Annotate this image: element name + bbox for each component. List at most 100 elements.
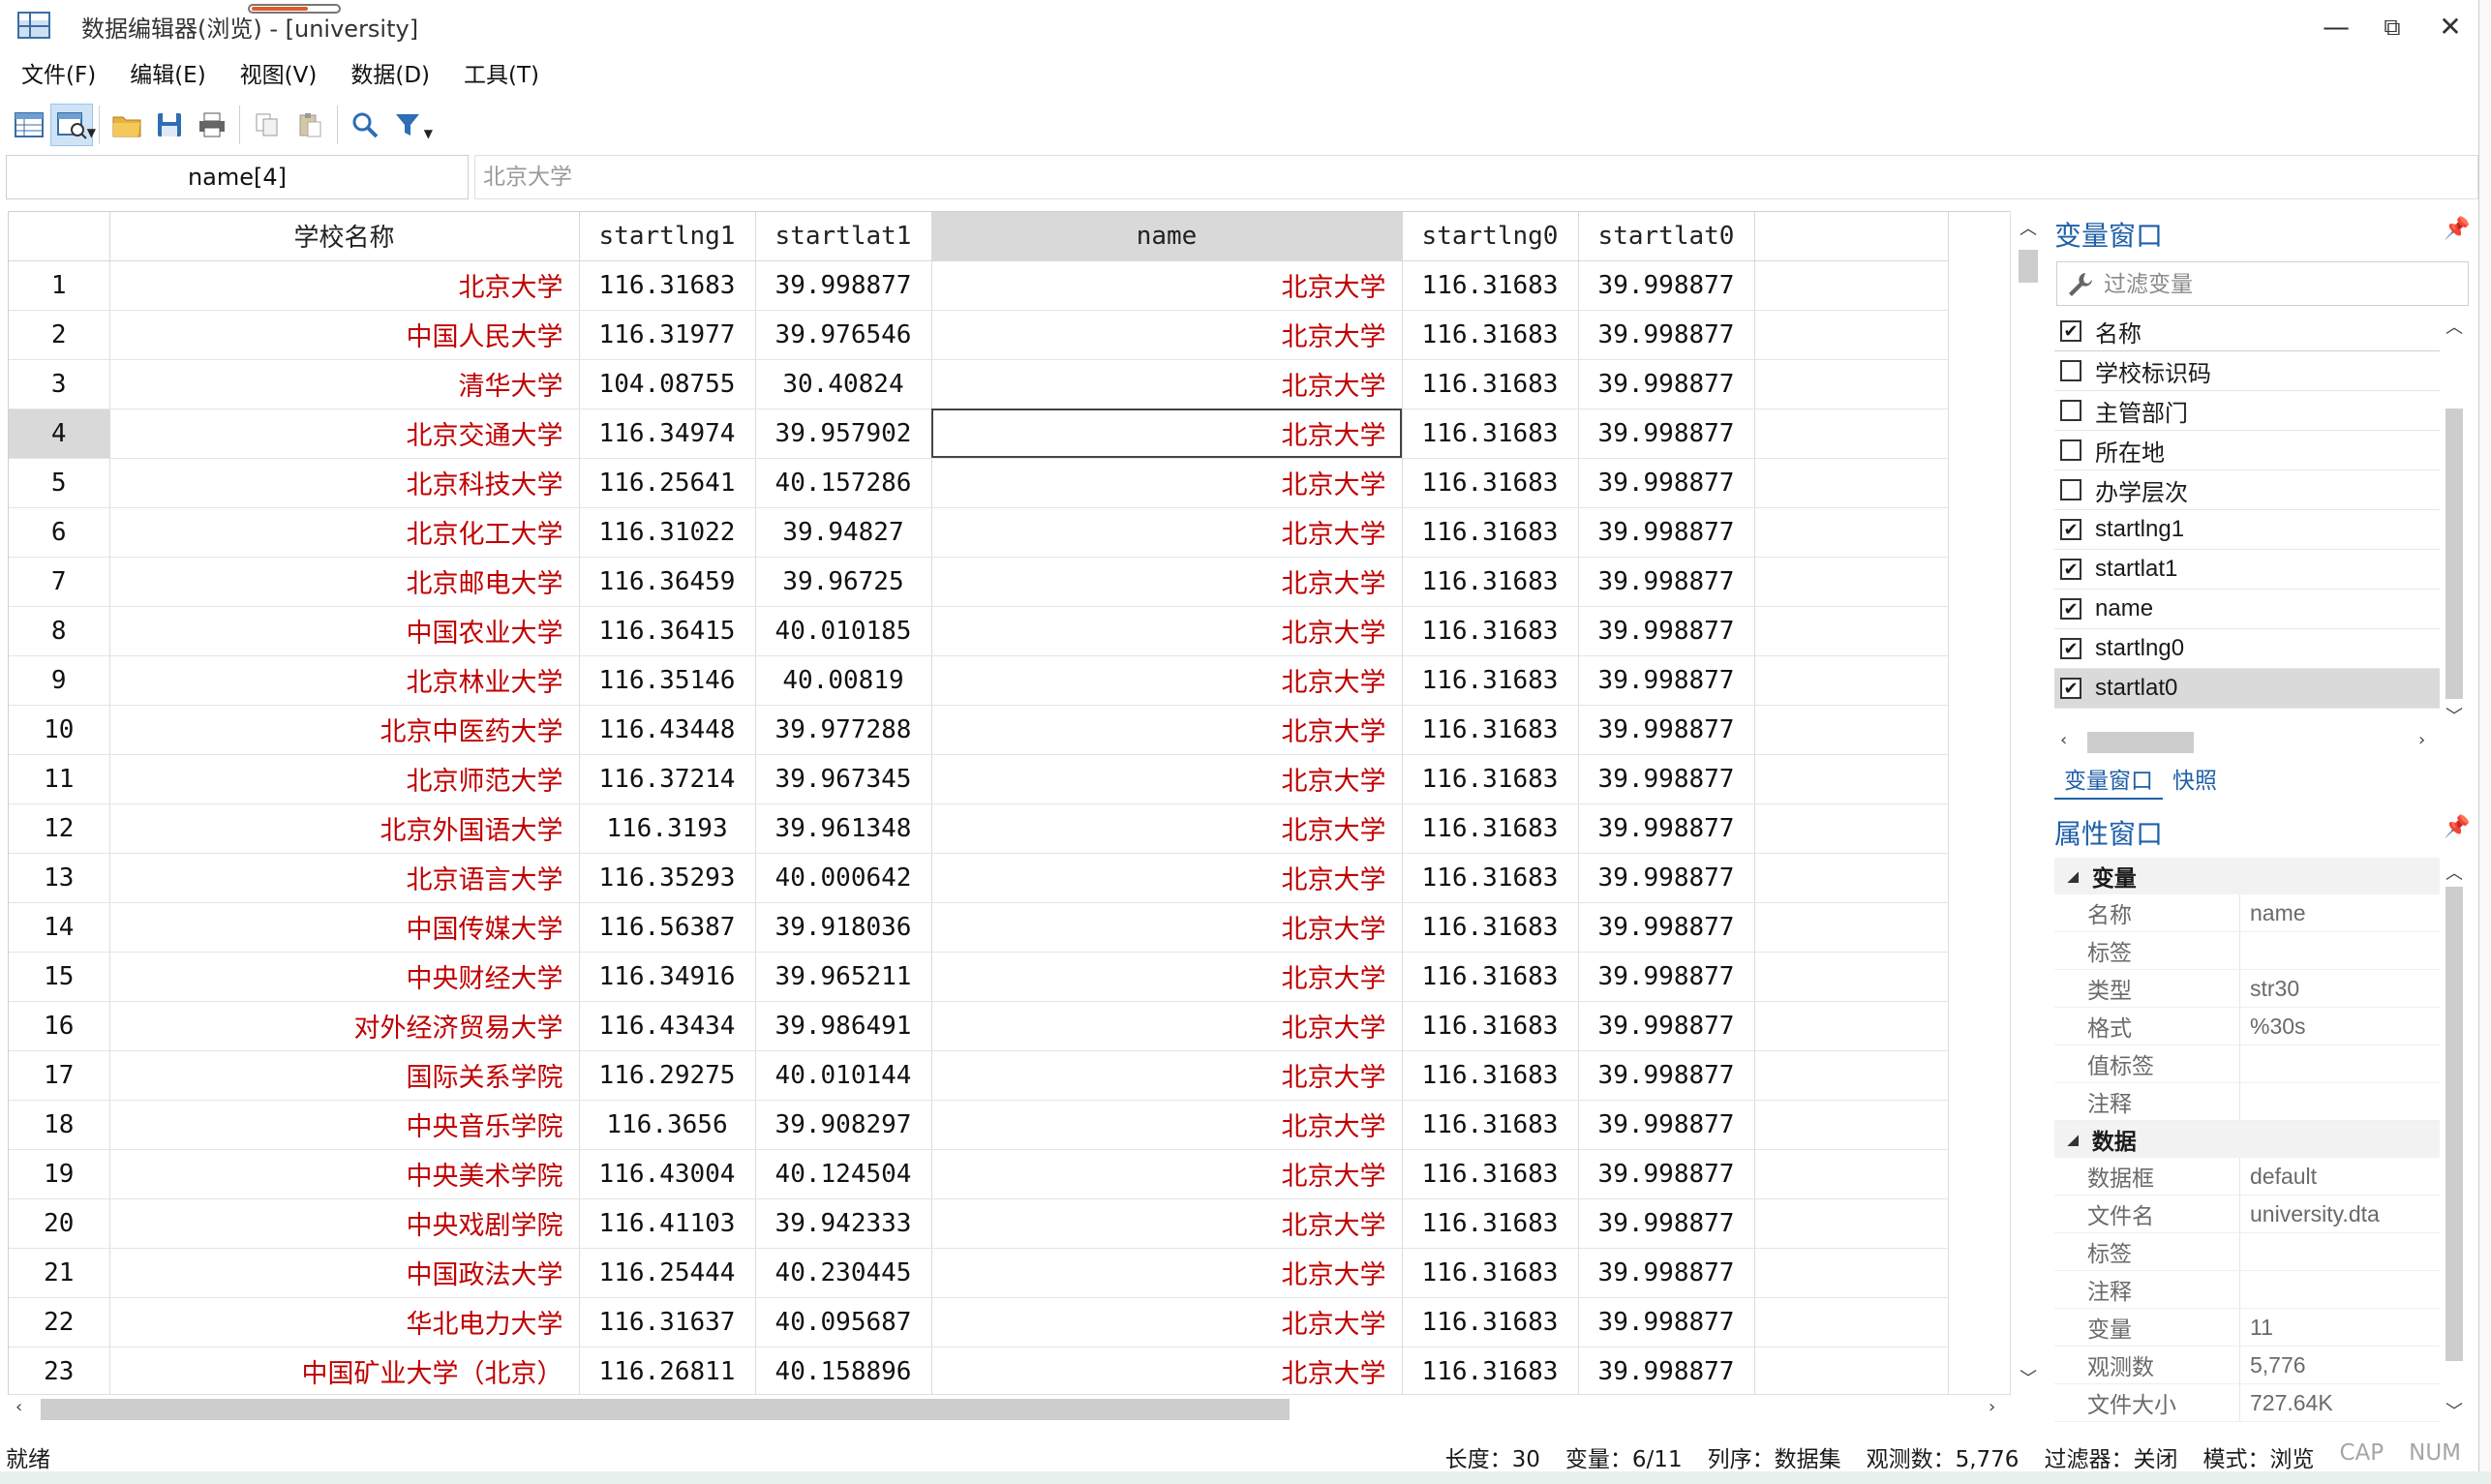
column-header[interactable]: 学校名称 xyxy=(109,212,580,261)
cell-startlat1[interactable]: 39.986491 xyxy=(755,1001,932,1051)
cell-startlng0[interactable]: 116.31683 xyxy=(1402,1050,1579,1101)
row-number[interactable]: 10 xyxy=(9,705,110,755)
cell-startlng1[interactable]: 116.43448 xyxy=(579,705,756,755)
cell-startlng1[interactable]: 116.56387 xyxy=(579,902,756,953)
cell-startlng0[interactable]: 116.31683 xyxy=(1402,1001,1579,1051)
cell-school-name[interactable]: 北京化工大学 xyxy=(109,507,580,558)
cell-school-name[interactable]: 北京师范大学 xyxy=(109,754,580,804)
property-row[interactable]: 文件大小 727.64K xyxy=(2054,1384,2440,1422)
cell-name[interactable]: 北京大学 xyxy=(931,557,1403,607)
row-number[interactable]: 16 xyxy=(9,1001,110,1051)
table-row[interactable]: 17 国际关系学院 116.29275 40.010144 北京大学 116.31683 3… xyxy=(9,1050,1949,1101)
cell-school-name[interactable]: 北京邮电大学 xyxy=(109,557,580,607)
cell-startlat1[interactable]: 40.00819 xyxy=(755,655,932,706)
collapse-triangle-icon[interactable]: ◢ xyxy=(2068,868,2079,885)
cell-school-name[interactable]: 中央美术学院 xyxy=(109,1149,580,1199)
copy-button[interactable] xyxy=(246,104,289,146)
cell-school-name[interactable]: 北京中医药大学 xyxy=(109,705,580,755)
cell-startlat0[interactable]: 39.998877 xyxy=(1578,260,1755,311)
cell-name[interactable]: 北京大学 xyxy=(931,655,1403,706)
row-number[interactable]: 2 xyxy=(9,310,110,360)
property-group-header[interactable]: ◢ 数据 xyxy=(2054,1121,2440,1158)
cell-name[interactable]: 北京大学 xyxy=(931,803,1403,854)
checkbox-unchecked-icon[interactable] xyxy=(2060,360,2081,381)
row-number[interactable]: 6 xyxy=(9,507,110,558)
scroll-left-icon[interactable]: ‹ xyxy=(2060,730,2067,750)
cell-startlat0[interactable]: 39.998877 xyxy=(1578,705,1755,755)
table-row[interactable]: 23 中国矿业大学（北京） 116.26811 40.158896 北京大学 116.31… xyxy=(9,1347,1949,1395)
table-row[interactable]: 12 北京外国语大学 116.3193 39.961348 北京大学 116.31683 3… xyxy=(9,803,1949,854)
checkbox-checked-icon[interactable]: ✔ xyxy=(2060,559,2081,580)
pin-icon[interactable]: 📌 xyxy=(2444,217,2470,241)
cell-value-field[interactable]: 北京大学 xyxy=(474,155,2478,199)
cell-startlat0[interactable]: 39.998877 xyxy=(1578,902,1755,953)
cell-name[interactable]: 北京大学 xyxy=(931,1248,1403,1298)
row-number[interactable]: 1 xyxy=(9,260,110,311)
cell-startlng0[interactable]: 116.31683 xyxy=(1402,1297,1579,1348)
row-number[interactable]: 13 xyxy=(9,853,110,903)
cell-startlng0[interactable]: 116.31683 xyxy=(1402,853,1579,903)
table-row[interactable]: 2 中国人民大学 116.31977 39.976546 北京大学 116.31683 39… xyxy=(9,310,1949,360)
cell-startlng1[interactable]: 116.31683 xyxy=(579,260,756,311)
scrollbar-thumb[interactable] xyxy=(2019,250,2038,283)
table-row[interactable]: 5 北京科技大学 116.25641 40.157286 北京大学 116.31683 39… xyxy=(9,458,1949,508)
scroll-up-icon[interactable]: ︿ xyxy=(2445,860,2463,885)
cell-startlat0[interactable]: 39.998877 xyxy=(1578,853,1755,903)
cell-startlng1[interactable]: 116.41103 xyxy=(579,1198,756,1249)
row-number[interactable]: 15 xyxy=(9,952,110,1002)
variable-list-item[interactable]: ✔ startlat0 xyxy=(2054,669,2440,709)
property-row[interactable]: 观测数 5,776 xyxy=(2054,1347,2440,1384)
row-number[interactable]: 8 xyxy=(9,606,110,656)
cell-name[interactable]: 北京大学 xyxy=(931,1149,1403,1199)
cell-name[interactable]: 北京大学 xyxy=(931,310,1403,360)
cell-name[interactable]: 北京大学 xyxy=(931,952,1403,1002)
cell-name[interactable]: 北京大学 xyxy=(931,705,1403,755)
variable-list-scrollbar[interactable]: ︿ ﹀ xyxy=(2440,312,2469,728)
paste-button[interactable] xyxy=(289,104,331,146)
property-row[interactable]: 标签 xyxy=(2054,1233,2440,1271)
property-row[interactable]: 格式 %30s xyxy=(2054,1008,2440,1045)
variable-list-item[interactable]: ✔ startlng1 xyxy=(2054,510,2440,550)
row-number[interactable]: 14 xyxy=(9,902,110,953)
variable-filter-input[interactable]: 过滤变量 xyxy=(2056,261,2469,306)
cell-startlng0[interactable]: 116.31683 xyxy=(1402,705,1579,755)
cell-startlat1[interactable]: 40.158896 xyxy=(755,1347,932,1395)
cell-school-name[interactable]: 中国矿业大学（北京） xyxy=(109,1347,580,1395)
cell-startlng0[interactable]: 116.31683 xyxy=(1402,803,1579,854)
data-editor-browse-button[interactable]: ▼ xyxy=(50,104,96,146)
cell-startlng1[interactable]: 116.25641 xyxy=(579,458,756,508)
cell-startlng0[interactable]: 116.31683 xyxy=(1402,655,1579,706)
grid-horizontal-scrollbar[interactable]: ‹ › xyxy=(8,1394,2010,1423)
property-group-header[interactable]: ◢ 变量 xyxy=(2054,858,2440,894)
cell-school-name[interactable]: 中国政法大学 xyxy=(109,1248,580,1298)
tab-snapshots[interactable]: 快照 xyxy=(2163,765,2227,800)
variable-list-item[interactable]: 学校标识码 xyxy=(2054,351,2440,391)
cell-startlng0[interactable]: 116.31683 xyxy=(1402,902,1579,953)
cell-startlng1[interactable]: 116.34916 xyxy=(579,952,756,1002)
cell-startlat0[interactable]: 39.998877 xyxy=(1578,409,1755,459)
variable-list-item[interactable]: ✔ startlng0 xyxy=(2054,629,2440,669)
menu-view[interactable]: 视图(V) xyxy=(240,56,318,95)
checkbox-checked-icon[interactable]: ✔ xyxy=(2060,638,2081,659)
cell-startlng1[interactable]: 116.3193 xyxy=(579,803,756,854)
cell-startlat1[interactable]: 40.230445 xyxy=(755,1248,932,1298)
cell-startlng0[interactable]: 116.31683 xyxy=(1402,507,1579,558)
scroll-down-icon[interactable]: ﹀ xyxy=(2020,1365,2037,1390)
cell-school-name[interactable]: 中国人民大学 xyxy=(109,310,580,360)
pin-icon[interactable]: 📌 xyxy=(2444,815,2470,839)
find-button[interactable] xyxy=(344,104,386,146)
cell-startlat1[interactable]: 39.967345 xyxy=(755,754,932,804)
restore-button[interactable]: ⧉ xyxy=(2368,8,2416,46)
filter-button[interactable]: ▼ xyxy=(386,104,433,146)
cell-startlng1[interactable]: 116.25444 xyxy=(579,1248,756,1298)
variable-list-hscrollbar[interactable]: ‹ › xyxy=(2054,728,2440,757)
row-number[interactable]: 19 xyxy=(9,1149,110,1199)
cell-startlat0[interactable]: 39.998877 xyxy=(1578,1198,1755,1249)
row-number[interactable]: 21 xyxy=(9,1248,110,1298)
variable-list-item[interactable]: ✔ name xyxy=(2054,590,2440,629)
cell-startlat1[interactable]: 40.000642 xyxy=(755,853,932,903)
row-number[interactable]: 9 xyxy=(9,655,110,706)
cell-name[interactable]: 北京大学 xyxy=(931,1001,1403,1051)
variable-list-item[interactable]: 主管部门 xyxy=(2054,391,2440,431)
table-row[interactable]: 7 北京邮电大学 116.36459 39.96725 北京大学 116.31683 39.… xyxy=(9,557,1949,607)
